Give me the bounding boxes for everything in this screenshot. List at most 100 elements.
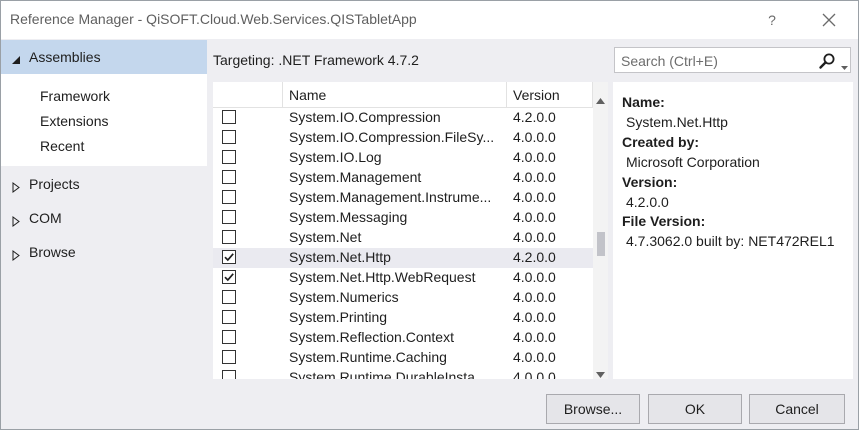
triangle-right-icon <box>12 214 20 230</box>
targeting-label: Targeting: .NET Framework 4.7.2 <box>213 52 419 68</box>
window-title: Reference Manager - QiSOFT.Cloud.Web.Ser… <box>10 11 417 27</box>
sidebar-item-recent[interactable]: Recent <box>40 138 84 154</box>
scroll-up-icon[interactable] <box>596 91 605 107</box>
table-row[interactable]: System.Management 4.0.0.0 <box>213 168 593 188</box>
triangle-down-icon <box>11 52 21 68</box>
scroll-down-icon[interactable] <box>596 365 605 379</box>
row-name: System.Messaging <box>289 209 408 225</box>
detail-name-value: System.Net.Http <box>626 114 728 130</box>
category-projects[interactable]: Projects <box>1 170 207 200</box>
reference-manager-window: Reference Manager - QiSOFT.Cloud.Web.Ser… <box>0 0 859 430</box>
row-checkbox[interactable] <box>222 230 236 244</box>
close-icon <box>822 13 836 27</box>
row-name: System.IO.Log <box>289 149 382 165</box>
check-icon <box>224 273 234 282</box>
table-row[interactable]: System.Net.Http.WebRequest 4.0.0.0 <box>213 268 593 288</box>
search-input[interactable]: Search (Ctrl+E) <box>621 53 718 69</box>
table-row[interactable]: System.Net.Http 4.2.0.0 <box>213 248 593 268</box>
table-row[interactable]: System.Messaging 4.0.0.0 <box>213 208 593 228</box>
row-version: 4.0.0.0 <box>513 269 556 285</box>
row-version: 4.0.0.0 <box>513 229 556 245</box>
vertical-scrollbar[interactable] <box>593 82 608 379</box>
table-row[interactable]: System.Reflection.Context 4.0.0.0 <box>213 328 593 348</box>
row-checkbox[interactable] <box>222 190 236 204</box>
row-checkbox[interactable] <box>222 170 236 184</box>
row-checkbox[interactable] <box>222 290 236 304</box>
assembly-list: Name Version System.IO.Compression 4.2.0.… <box>213 82 608 379</box>
row-name: System.Runtime.DurableInsta... <box>289 369 487 379</box>
row-version: 4.0.0.0 <box>513 189 556 205</box>
detail-version-label: Version: <box>622 174 678 190</box>
column-header-version[interactable]: Version <box>507 82 593 107</box>
row-name: System.Net.Http.WebRequest <box>289 269 476 285</box>
row-name: System.Management.Instrume... <box>289 189 492 205</box>
category-browse-label: Browse <box>29 244 76 260</box>
column-header-version-label: Version <box>513 87 560 103</box>
row-version: 4.2.0.0 <box>513 109 556 125</box>
table-row[interactable]: System.IO.Compression.FileSy... 4.0.0.0 <box>213 128 593 148</box>
category-assemblies-panel: Assemblies Framework Extensions Recent <box>1 40 207 166</box>
column-header-name[interactable]: Name <box>283 82 507 107</box>
cancel-button[interactable]: Cancel <box>749 394 845 424</box>
row-checkbox[interactable] <box>222 130 236 144</box>
triangle-right-icon <box>12 248 20 264</box>
row-version: 4.0.0.0 <box>513 149 556 165</box>
table-row[interactable]: System.Printing 4.0.0.0 <box>213 308 593 328</box>
check-icon <box>224 253 234 262</box>
sidebar-item-extensions[interactable]: Extensions <box>40 113 108 129</box>
row-name: System.Net <box>289 229 362 245</box>
category-assemblies[interactable]: Assemblies <box>1 40 207 74</box>
table-row[interactable]: System.Runtime.Caching 4.0.0.0 <box>213 348 593 368</box>
row-version: 4.0.0.0 <box>513 129 556 145</box>
row-version: 4.0.0.0 <box>513 289 556 305</box>
scrollbar-thumb[interactable] <box>597 232 605 256</box>
detail-file-version-value: 4.7.3062.0 built by: NET472REL1 <box>626 233 835 249</box>
detail-version-value: 4.2.0.0 <box>626 194 669 210</box>
help-button[interactable]: ? <box>757 6 787 34</box>
column-header-name-label: Name <box>289 87 327 103</box>
row-version: 4.0.0.0 <box>513 209 556 225</box>
table-row[interactable]: System.Management.Instrume... 4.0.0.0 <box>213 188 593 208</box>
row-checkbox[interactable] <box>222 210 236 224</box>
detail-created-label: Created by: <box>622 134 700 150</box>
triangle-right-icon <box>12 180 20 196</box>
category-projects-label: Projects <box>29 176 80 192</box>
row-name: System.Numerics <box>289 289 399 305</box>
details-pane: Name: System.Net.Http Created by: Micros… <box>613 82 853 379</box>
row-version: 4.0.0.0 <box>513 309 556 325</box>
row-checkbox[interactable] <box>222 310 236 324</box>
table-row[interactable]: System.Numerics 4.0.0.0 <box>213 288 593 308</box>
row-version: 4.0.0.0 <box>513 369 556 379</box>
row-checkbox[interactable] <box>222 370 236 379</box>
browse-button[interactable]: Browse... <box>546 394 640 424</box>
sidebar-item-framework[interactable]: Framework <box>40 88 110 104</box>
search-icon[interactable] <box>818 52 836 73</box>
row-checkbox[interactable] <box>222 270 236 284</box>
row-version: 4.0.0.0 <box>513 349 556 365</box>
row-checkbox[interactable] <box>222 150 236 164</box>
category-browse[interactable]: Browse <box>1 238 207 268</box>
table-row[interactable]: System.IO.Log 4.0.0.0 <box>213 148 593 168</box>
row-checkbox[interactable] <box>222 330 236 344</box>
row-checkbox[interactable] <box>222 350 236 364</box>
search-box[interactable]: Search (Ctrl+E) <box>614 47 851 73</box>
chevron-down-icon[interactable] <box>841 58 848 74</box>
row-name: System.Reflection.Context <box>289 329 454 345</box>
row-checkbox[interactable] <box>222 110 236 124</box>
ok-button[interactable]: OK <box>648 394 742 424</box>
row-name: System.Runtime.Caching <box>289 349 447 365</box>
detail-name-label: Name: <box>622 94 665 110</box>
close-button[interactable] <box>814 6 844 34</box>
table-row[interactable]: System.IO.Compression 4.2.0.0 <box>213 108 593 128</box>
table-row[interactable]: System.Net 4.0.0.0 <box>213 228 593 248</box>
category-com[interactable]: COM <box>1 204 207 234</box>
category-tree: Assemblies Framework Extensions Recent P… <box>1 40 207 380</box>
column-header-check[interactable] <box>213 82 283 107</box>
table-row[interactable]: System.Runtime.DurableInsta... 4.0.0.0 <box>213 368 593 379</box>
category-com-label: COM <box>29 210 62 226</box>
grid-header: Name Version <box>213 82 593 108</box>
row-name: System.Net.Http <box>289 249 391 265</box>
row-checkbox[interactable] <box>222 250 236 264</box>
row-name: System.IO.Compression <box>289 109 441 125</box>
row-name: System.IO.Compression.FileSy... <box>289 129 495 145</box>
